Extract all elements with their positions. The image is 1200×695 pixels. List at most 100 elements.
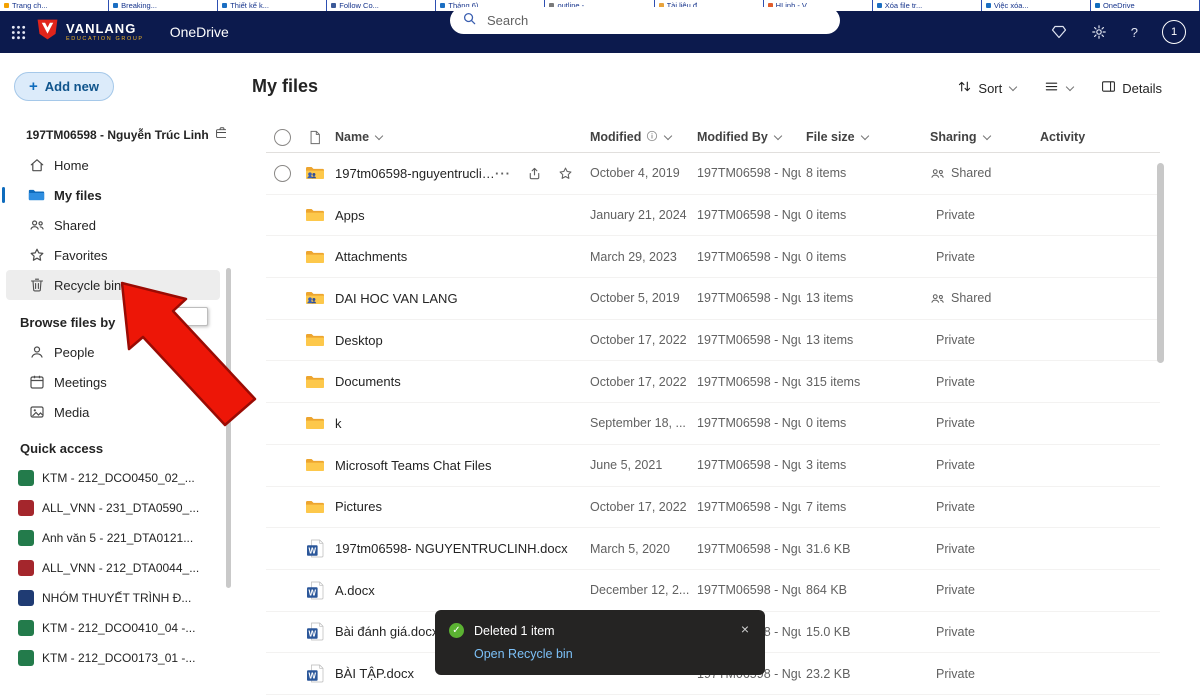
row-checkbox[interactable] bbox=[274, 165, 291, 182]
file-size: 0 items bbox=[801, 208, 925, 222]
search-bar[interactable] bbox=[450, 7, 840, 34]
chevron-down-icon bbox=[982, 132, 990, 140]
calendar-icon bbox=[28, 374, 45, 390]
file-type-column-icon[interactable] bbox=[300, 130, 330, 145]
chevron-down-icon bbox=[1066, 83, 1074, 91]
column-header-activity[interactable]: Activity bbox=[1035, 130, 1160, 144]
file-name[interactable]: 197tm06598-nguyentruclinh bbox=[335, 166, 495, 181]
file-name[interactable]: Apps bbox=[335, 208, 365, 223]
sharing-status[interactable]: Shared bbox=[925, 291, 1035, 306]
svg-text:W: W bbox=[308, 588, 316, 597]
premium-icon[interactable] bbox=[1051, 24, 1067, 40]
browser-tab[interactable]: Breaking... bbox=[109, 0, 218, 11]
table-row[interactable]: Desktop ··· October 17, 2022 197TM06598 … bbox=[266, 320, 1160, 362]
sidebar-item-shared[interactable]: Shared bbox=[6, 210, 226, 240]
table-row[interactable]: Apps ··· January 21, 2024 197TM06598 - N… bbox=[266, 195, 1160, 237]
column-header-name[interactable]: Name bbox=[330, 130, 585, 144]
list-scrollbar-thumb[interactable] bbox=[1157, 163, 1164, 363]
settings-gear-icon[interactable] bbox=[1091, 24, 1107, 40]
sharing-status[interactable]: Private bbox=[925, 208, 1035, 222]
file-name[interactable]: Documents bbox=[335, 374, 401, 389]
browser-tab[interactable]: Xóa file tr... bbox=[873, 0, 982, 11]
more-actions-icon[interactable]: ··· bbox=[495, 166, 511, 181]
sharing-status[interactable]: Private bbox=[925, 625, 1035, 639]
column-header-file-size[interactable]: File size bbox=[801, 130, 925, 144]
modified-by: 197TM06598 - Ngu bbox=[692, 333, 801, 347]
waffle-menu-icon[interactable] bbox=[10, 24, 27, 41]
file-size: 13 items bbox=[801, 291, 925, 305]
column-header-modified[interactable]: Modified bbox=[585, 130, 692, 145]
table-row[interactable]: Attachments ··· March 29, 2023 197TM0659… bbox=[266, 236, 1160, 278]
quick-access-heading: Quick access bbox=[20, 441, 103, 456]
browser-tab[interactable]: Thiết kế k... bbox=[218, 0, 327, 11]
search-input[interactable] bbox=[485, 12, 828, 29]
folder-icon bbox=[300, 332, 330, 348]
help-icon[interactable]: ? bbox=[1131, 25, 1138, 40]
file-name[interactable]: Microsoft Teams Chat Files bbox=[335, 458, 492, 473]
page-title: My files bbox=[252, 76, 318, 97]
row-hover-actions: ··· bbox=[495, 166, 585, 181]
quick-access-item[interactable]: ALL_VNN - 212_DTA0044_... bbox=[0, 553, 228, 583]
sharing-status[interactable]: Private bbox=[925, 416, 1035, 430]
media-icon bbox=[28, 404, 45, 420]
column-header-modified-by[interactable]: Modified By bbox=[692, 130, 801, 144]
details-button[interactable]: Details bbox=[1101, 79, 1162, 97]
table-row[interactable]: k ··· September 18, ... 197TM06598 - Ngu… bbox=[266, 403, 1160, 445]
file-name[interactable]: DAI HOC VAN LANG bbox=[335, 291, 458, 306]
share-icon[interactable] bbox=[527, 166, 542, 181]
quick-access-item[interactable]: KTM - 212_DCO0173_01 -... bbox=[0, 643, 228, 673]
class-avatar bbox=[18, 530, 34, 546]
table-row[interactable]: Microsoft Teams Chat Files ··· June 5, 2… bbox=[266, 445, 1160, 487]
quick-access-item[interactable]: ALL_VNN - 231_DTA0590_... bbox=[0, 493, 228, 523]
table-row[interactable]: W A.docx ··· December 12, 2... 197TM0659… bbox=[266, 570, 1160, 612]
column-header-sharing[interactable]: Sharing bbox=[925, 130, 1035, 144]
file-name[interactable]: Bài đánh giá.docx bbox=[335, 624, 438, 639]
open-recycle-bin-link[interactable]: Open Recycle bin bbox=[474, 647, 751, 661]
table-row[interactable]: 197tm06598-nguyentruclinh ··· October 4,… bbox=[266, 153, 1160, 195]
file-name[interactable]: Pictures bbox=[335, 499, 382, 514]
account-name[interactable]: 197TM06598 - Nguyễn Trúc Linh bbox=[26, 126, 226, 143]
sharing-status[interactable]: Private bbox=[925, 250, 1035, 264]
file-name[interactable]: 197tm06598- NGUYENTRUCLINH.docx bbox=[335, 541, 568, 556]
sort-button[interactable]: Sort bbox=[957, 79, 1016, 97]
file-size: 8 items bbox=[801, 166, 925, 180]
browser-tab[interactable]: Việc xóa... bbox=[982, 0, 1091, 11]
account-avatar[interactable]: 1 bbox=[1162, 20, 1186, 44]
sharing-status[interactable]: Private bbox=[925, 500, 1035, 514]
quick-access-item[interactable]: KTM - 212_DCO0410_04 -... bbox=[0, 613, 228, 643]
table-row[interactable]: Documents ··· October 17, 2022 197TM0659… bbox=[266, 361, 1160, 403]
view-options-button[interactable] bbox=[1044, 79, 1073, 97]
tab-title: Việc xóa... bbox=[994, 1, 1029, 10]
chevron-down-icon bbox=[774, 132, 782, 140]
table-row[interactable]: Pictures ··· October 17, 2022 197TM06598… bbox=[266, 487, 1160, 529]
sharing-status[interactable]: Private bbox=[925, 333, 1035, 347]
favorite-star-icon[interactable] bbox=[558, 166, 573, 181]
brand-tagline: EDUCATION GROUP bbox=[66, 37, 144, 43]
file-name[interactable]: k bbox=[335, 416, 342, 431]
sidebar-item-my-files[interactable]: My files bbox=[6, 180, 226, 210]
sharing-status[interactable]: Private bbox=[925, 583, 1035, 597]
table-row[interactable]: W 197tm06598- NGUYENTRUCLINH.docx ··· Ma… bbox=[266, 528, 1160, 570]
sharing-status[interactable]: Private bbox=[925, 375, 1035, 389]
toast-close-icon[interactable]: × bbox=[741, 621, 749, 637]
add-new-button[interactable]: + Add new bbox=[14, 72, 114, 101]
table-row[interactable]: DAI HOC VAN LANG ··· October 5, 2019 197… bbox=[266, 278, 1160, 320]
browser-tab[interactable]: OneDrive bbox=[1091, 0, 1200, 11]
file-name[interactable]: Attachments bbox=[335, 249, 407, 264]
select-all-checkbox[interactable] bbox=[274, 129, 291, 146]
browser-tab[interactable]: Follow Co... bbox=[327, 0, 436, 11]
file-name[interactable]: Desktop bbox=[335, 333, 383, 348]
file-name[interactable]: BÀI TẬP.docx bbox=[335, 666, 414, 681]
file-name[interactable]: A.docx bbox=[335, 583, 375, 598]
sharing-status[interactable]: Private bbox=[925, 542, 1035, 556]
quick-access-item[interactable]: NHÓM THUYẾT TRÌNH Đ... bbox=[0, 583, 228, 613]
people-icon bbox=[28, 217, 45, 233]
sharing-status[interactable]: Shared bbox=[925, 166, 1035, 181]
sidebar-item-home[interactable]: Home bbox=[6, 150, 226, 180]
browser-tab[interactable]: Trang ch... bbox=[0, 0, 109, 11]
sharing-status[interactable]: Private bbox=[925, 667, 1035, 681]
quick-access-item[interactable]: KTM - 212_DCO0450_02_... bbox=[0, 463, 228, 493]
quick-access-item[interactable]: Anh văn 5 - 221_DTA0121... bbox=[0, 523, 228, 553]
sidebar-item-favorites[interactable]: Favorites bbox=[6, 240, 226, 270]
sharing-status[interactable]: Private bbox=[925, 458, 1035, 472]
